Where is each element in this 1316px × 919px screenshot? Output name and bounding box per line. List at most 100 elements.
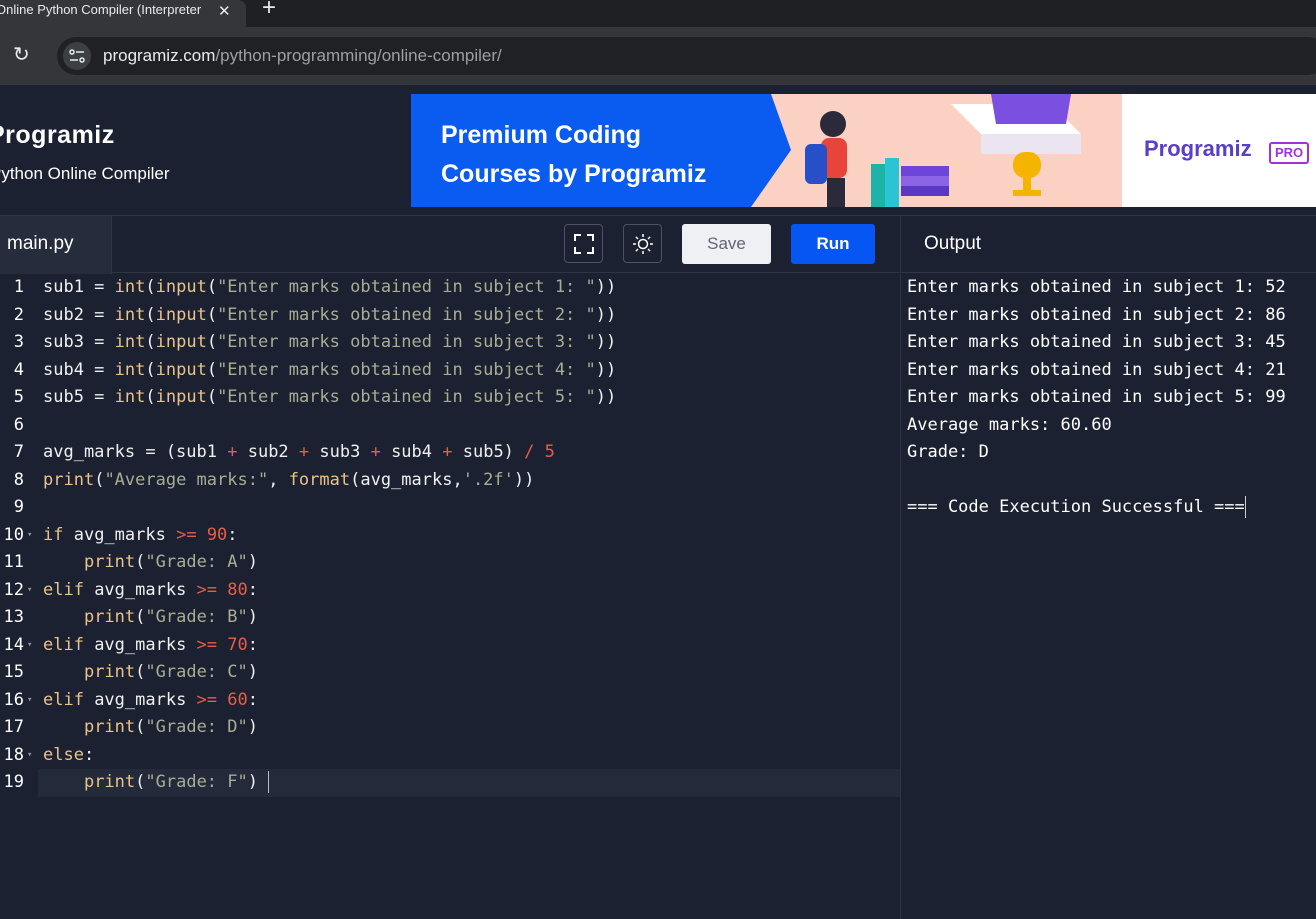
banner-line-1: Premium Coding — [441, 121, 642, 149]
fold-arrow-icon[interactable]: ▾ — [27, 687, 32, 715]
new-tab-icon[interactable]: + — [262, 0, 276, 22]
code-text: avg_marks = (sub1 + sub2 + sub3 + sub4 +… — [43, 442, 555, 462]
line-number: 16 — [3, 689, 24, 710]
line-number: 18 — [3, 744, 24, 765]
code-line[interactable]: 11 print("Grade: A") — [0, 549, 900, 577]
fold-arrow-icon[interactable]: ▾ — [27, 577, 32, 605]
banner-illustration — [751, 94, 1123, 207]
code-line[interactable]: 13 print("Grade: B") — [0, 604, 900, 632]
banner-logo: Programiz — [1144, 136, 1252, 161]
theme-toggle-button[interactable] — [623, 224, 662, 263]
code-line[interactable]: 15 print("Grade: C") — [0, 659, 900, 687]
browser-toolbar: ↻ programiz.com/python-programming/onlin… — [0, 27, 1316, 85]
code-text: print("Average marks:", format(avg_marks… — [43, 469, 535, 490]
line-number: 12 — [3, 579, 24, 600]
code-line[interactable]: 12 ▾ elif avg_marks >= 80: — [0, 577, 900, 605]
line-number: 5 — [13, 387, 24, 407]
url-path: /python-programming/online-compiler/ — [215, 46, 502, 65]
fold-arrow-icon[interactable]: ▾ — [27, 742, 32, 770]
close-tab-icon[interactable]: ✕ — [218, 2, 231, 20]
code-line[interactable]: 18 ▾ else: — [0, 742, 900, 770]
output-header: Output — [900, 215, 1316, 273]
line-number: 9 — [13, 497, 24, 517]
code-text: elif avg_marks >= 60: — [43, 689, 259, 710]
editor-toolbar: main.py Save Run — [0, 215, 900, 274]
site-info-icon[interactable] — [63, 42, 91, 70]
output-line: Enter marks obtained in subject 3: 45 — [907, 332, 1286, 352]
line-number: 3 — [13, 332, 24, 352]
code-line[interactable]: 7 avg_marks = (sub1 + sub2 + sub3 + sub4 … — [0, 439, 900, 467]
line-number: 19 — [3, 772, 24, 792]
code-text: elif avg_marks >= 80: — [43, 579, 259, 600]
output-label: Output — [924, 233, 982, 254]
promo-banner[interactable]: Premium Coding Courses by Programiz Prog… — [411, 94, 1316, 207]
line-number: 14 — [3, 634, 24, 655]
output-line: Grade: D — [907, 442, 989, 462]
code-line[interactable]: 8 print("Average marks:", format(avg_mark… — [0, 467, 900, 495]
line-number: 7 — [13, 442, 24, 462]
code-text: print("Grade: F") — [43, 769, 269, 797]
line-number: 6 — [13, 414, 24, 435]
line-number: 10 — [3, 524, 24, 545]
output-line: Enter marks obtained in subject 4: 21 — [907, 359, 1286, 380]
line-number: 4 — [13, 359, 24, 380]
output-line: Enter marks obtained in subject 5: 99 — [907, 387, 1286, 407]
fold-arrow-icon[interactable]: ▾ — [27, 522, 32, 550]
code-line[interactable]: 4 sub4 = int(input("Enter marks obtained … — [0, 357, 900, 385]
code-editor[interactable]: 1 sub1 = int(input("Enter marks obtained … — [0, 274, 900, 919]
code-line[interactable]: 1 sub1 = int(input("Enter marks obtained … — [0, 274, 900, 302]
banner-line-2: Courses by Programiz — [441, 160, 707, 188]
sun-icon — [632, 233, 653, 254]
line-number: 15 — [3, 662, 24, 682]
browser-tab-title: Online Python Compiler (Interpreter) — [0, 2, 201, 17]
code-text: print("Grade: D") — [83, 717, 258, 737]
fullscreen-icon — [573, 233, 594, 254]
code-line[interactable]: 14 ▾ elif avg_marks >= 70: — [0, 632, 900, 660]
address-bar[interactable]: programiz.com/python-programming/online-… — [57, 37, 1316, 75]
code-text: sub5 = int(input("Enter marks obtained i… — [43, 387, 617, 407]
code-line[interactable]: 10 ▾ if avg_marks >= 90: — [0, 522, 900, 550]
pro-badge: PRO — [1269, 142, 1310, 164]
line-number: 11 — [3, 552, 24, 572]
output-panel[interactable]: Enter marks obtained in subject 1: 52 Ent… — [900, 274, 1316, 919]
code-text: print("Grade: B") — [83, 607, 258, 627]
url-text[interactable]: programiz.com/python-programming/online-… — [103, 46, 502, 66]
output-line: Average marks: 60.60 — [907, 414, 1112, 435]
save-button[interactable]: Save — [682, 224, 771, 264]
reload-icon[interactable]: ↻ — [13, 42, 30, 67]
url-host: programiz.com — [103, 46, 216, 65]
run-button[interactable]: Run — [791, 224, 875, 264]
code-text: print("Grade: C") — [83, 662, 258, 682]
site-brand[interactable]: Programiz — [0, 121, 115, 150]
file-tab-label: main.py — [7, 233, 74, 254]
fullscreen-button[interactable] — [564, 224, 603, 263]
line-number: 2 — [13, 304, 24, 325]
output-line: Enter marks obtained in subject 2: 86 — [907, 304, 1286, 325]
line-number: 13 — [3, 607, 24, 627]
code-text: if avg_marks >= 90: — [43, 524, 238, 545]
code-line[interactable]: 5 sub5 = int(input("Enter marks obtained … — [0, 384, 900, 412]
banner-text: Premium Coding Courses by Programiz — [441, 116, 706, 194]
line-number: 1 — [13, 277, 24, 297]
page-title: Python Online Compiler — [0, 164, 170, 183]
code-text: elif avg_marks >= 70: — [43, 634, 259, 655]
output-line: === Code Execution Successful === — [907, 496, 1246, 518]
code-line[interactable]: 6 — [0, 412, 900, 440]
code-text: sub2 = int(input("Enter marks obtained i… — [43, 304, 617, 325]
code-line[interactable]: 2 sub2 = int(input("Enter marks obtained … — [0, 302, 900, 330]
fold-arrow-icon[interactable]: ▾ — [27, 632, 32, 660]
code-line[interactable]: 19 print("Grade: F") — [4, 769, 900, 797]
code-line[interactable]: 9 — [0, 494, 900, 522]
code-line[interactable]: 16 ▾ elif avg_marks >= 60: — [0, 687, 900, 715]
code-line[interactable]: 3 sub3 = int(input("Enter marks obtained … — [0, 329, 900, 357]
code-line[interactable]: 17 print("Grade: D") — [0, 714, 900, 742]
file-tab[interactable]: main.py — [0, 216, 112, 274]
line-number: 17 — [3, 717, 24, 737]
text-cursor — [268, 771, 269, 793]
code-text: sub3 = int(input("Enter marks obtained i… — [43, 332, 617, 352]
output-line: Enter marks obtained in subject 1: 52 — [907, 277, 1286, 297]
browser-tab[interactable]: Online Python Compiler (Interpreter) ✕ — [0, 0, 246, 27]
line-number: 8 — [13, 469, 24, 490]
site-header: Programiz Python Online Compiler Premium… — [0, 85, 1316, 215]
code-text: else: — [43, 744, 95, 765]
